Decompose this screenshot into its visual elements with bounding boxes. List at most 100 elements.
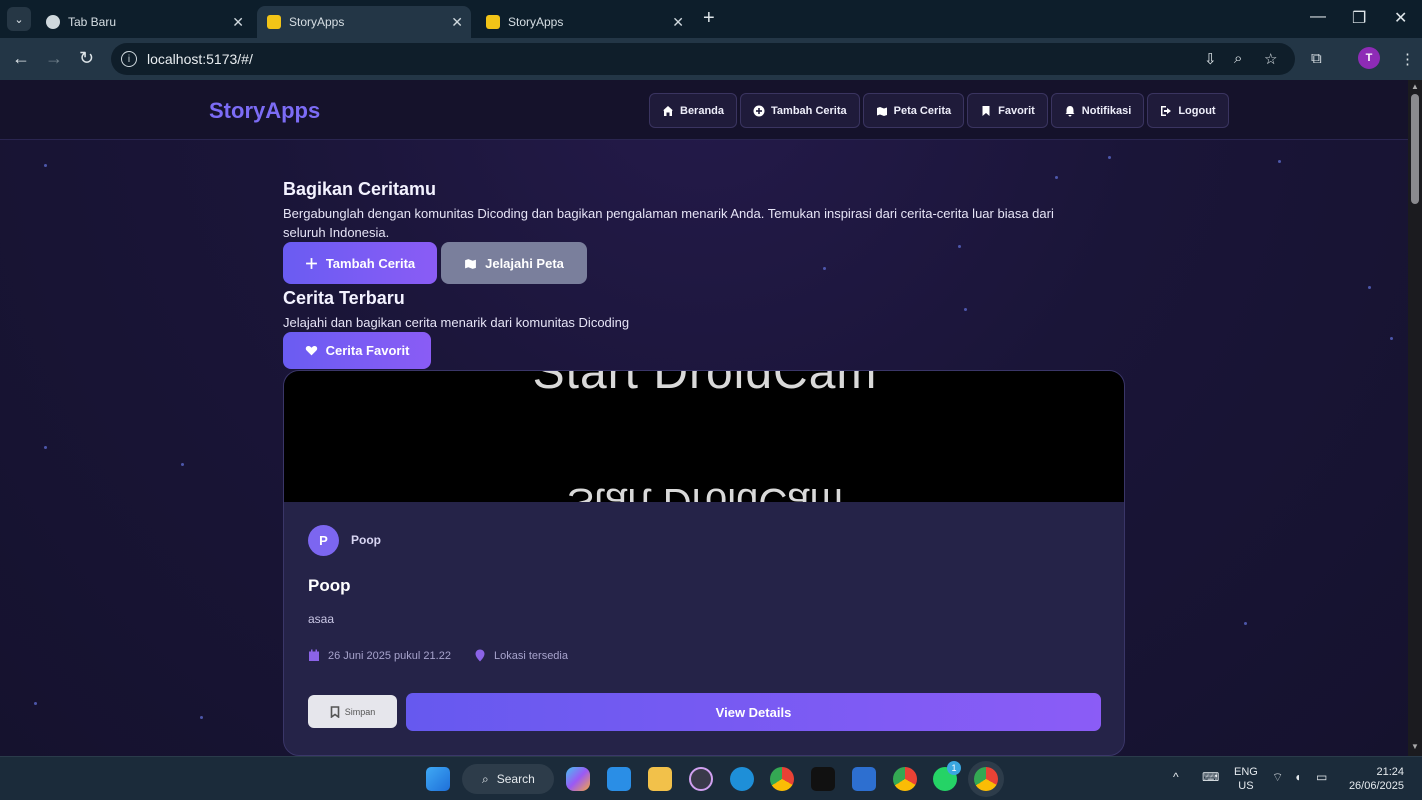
- scroll-down-icon[interactable]: ▼: [1411, 742, 1419, 751]
- save-story-button[interactable]: Simpan: [308, 695, 397, 728]
- storyapps-favicon-icon: [486, 15, 500, 29]
- story-image[interactable]: Start DroidCam Start DroidCam: [284, 371, 1124, 502]
- background-star: [34, 702, 37, 705]
- hero-description: Bergabunglah dengan komunitas Dicoding d…: [283, 206, 1054, 240]
- zoom-icon[interactable]: ⌕: [1234, 50, 1242, 67]
- scrollbar-thumb[interactable]: [1411, 94, 1419, 204]
- scroll-up-icon[interactable]: ▲: [1411, 82, 1419, 91]
- browser-tab-bar: ⌄ Tab Baru ✕ StoryApps ✕ StoryApps ✕ + —…: [0, 0, 1422, 38]
- whatsapp-icon[interactable]: 1: [933, 761, 961, 791]
- file-explorer-icon[interactable]: [648, 767, 672, 791]
- chevron-up-icon[interactable]: ^: [1173, 770, 1179, 784]
- background-star: [1390, 337, 1393, 340]
- location-text: Lokasi tersedia: [494, 649, 568, 662]
- nav-notifikasi[interactable]: Notifikasi: [1050, 93, 1145, 128]
- jelajahi-peta-button[interactable]: Jelajahi Peta: [441, 242, 587, 284]
- nav-label: Favorit: [998, 104, 1035, 117]
- page-scrollbar[interactable]: ▲ ▼: [1408, 80, 1422, 756]
- back-arrow-icon[interactable]: ←: [12, 48, 30, 68]
- notification-badge: 1: [947, 761, 961, 775]
- system-clock[interactable]: 21:24 26/06/2025: [1346, 765, 1404, 793]
- story-date: 26 Juni 2025 pukul 21.22: [308, 649, 451, 662]
- extensions-icon[interactable]: ⧉: [1311, 50, 1322, 67]
- browser-menu-icon[interactable]: ⋮: [1400, 50, 1415, 68]
- reload-icon[interactable]: ↻: [79, 48, 94, 68]
- profile-avatar[interactable]: T: [1358, 47, 1380, 69]
- author-name: Poop: [351, 533, 381, 547]
- main-navigation: Beranda Tambah Cerita Peta Cerita Favori…: [649, 93, 1229, 128]
- latest-stories-description: Jelajahi dan bagikan cerita menarik dari…: [283, 315, 630, 330]
- close-icon[interactable]: ✕: [451, 14, 463, 31]
- chrome-profile-icon[interactable]: [893, 767, 917, 791]
- author-avatar: P: [308, 525, 339, 556]
- media-player-icon[interactable]: [689, 767, 713, 791]
- story-title: Poop: [308, 576, 351, 595]
- chrome-active-icon[interactable]: [974, 767, 998, 791]
- nav-label: Notifikasi: [1081, 104, 1132, 117]
- tambah-cerita-button[interactable]: Tambah Cerita: [283, 242, 437, 284]
- background-star: [964, 308, 967, 311]
- wifi-icon[interactable]: ⌔: [1272, 770, 1283, 785]
- keyboard-icon[interactable]: ⌨: [1202, 770, 1219, 784]
- clock-time: 21:24: [1376, 766, 1404, 778]
- image-caption: Start DroidCam: [532, 371, 878, 399]
- app-icon[interactable]: [852, 767, 876, 791]
- search-icon: ⌕: [482, 771, 489, 786]
- windows-start-icon[interactable]: [426, 767, 450, 791]
- forward-arrow-icon[interactable]: →: [45, 48, 63, 68]
- background-star: [1244, 622, 1247, 625]
- map-icon: [876, 106, 887, 116]
- browser-tab-active[interactable]: StoryApps ✕: [257, 6, 471, 38]
- nav-logout[interactable]: Logout: [1147, 93, 1229, 128]
- bell-icon: [1065, 105, 1075, 116]
- background-star: [1368, 286, 1371, 289]
- view-details-button[interactable]: View Details: [406, 693, 1101, 731]
- bookmark-star-icon[interactable]: ☆: [1264, 50, 1277, 68]
- hero-title: Bagikan Ceritamu: [283, 179, 437, 199]
- browser-tab[interactable]: Tab Baru ✕: [36, 6, 252, 38]
- date-text: 26 Juni 2025 pukul 21.22: [328, 649, 451, 662]
- address-bar[interactable]: i localhost:5173/#/: [111, 43, 1295, 75]
- background-star: [1278, 160, 1281, 163]
- language-indicator[interactable]: ENG US: [1234, 765, 1258, 793]
- tab-search-button[interactable]: ⌄: [7, 7, 31, 31]
- search-label: Search: [496, 772, 535, 786]
- url-text[interactable]: localhost:5173/#/: [147, 51, 253, 67]
- background-star: [181, 463, 184, 466]
- nav-favorit[interactable]: Favorit: [967, 93, 1048, 128]
- close-window-button[interactable]: ✕: [1394, 8, 1407, 28]
- story-card[interactable]: Start DroidCam Start DroidCam P Poop Poo…: [283, 370, 1125, 756]
- site-info-icon[interactable]: i: [121, 51, 137, 67]
- terminal-app-icon[interactable]: [811, 767, 835, 791]
- browser-tab[interactable]: StoryApps ✕: [476, 6, 692, 38]
- restore-button[interactable]: ❐: [1352, 8, 1366, 28]
- new-tab-button[interactable]: +: [703, 8, 715, 28]
- chrome-icon[interactable]: [770, 767, 794, 791]
- tab-title: StoryApps: [289, 15, 345, 29]
- background-star: [958, 245, 961, 248]
- battery-icon[interactable]: ▭: [1316, 770, 1327, 784]
- nav-beranda[interactable]: Beranda: [649, 93, 738, 128]
- close-icon[interactable]: ✕: [672, 14, 684, 31]
- site-logo[interactable]: StoryApps: [209, 98, 320, 124]
- install-app-icon[interactable]: ⇩: [1204, 50, 1217, 68]
- nav-label: Tambah Cerita: [771, 104, 847, 117]
- background-star: [1108, 156, 1111, 159]
- edge-icon[interactable]: [730, 767, 754, 791]
- taskbar-search[interactable]: ⌕ Search: [462, 764, 554, 794]
- close-icon[interactable]: ✕: [232, 14, 244, 31]
- image-caption-mirrored: Start DroidCam: [567, 480, 843, 502]
- cerita-favorit-button[interactable]: Cerita Favorit: [283, 332, 431, 369]
- copilot-icon[interactable]: [566, 767, 590, 791]
- nav-label: Beranda: [680, 104, 725, 117]
- region-code: US: [1238, 780, 1254, 792]
- plus-circle-icon: [753, 105, 765, 116]
- bookmark-outline-icon: [330, 705, 340, 718]
- nav-peta-cerita[interactable]: Peta Cerita: [862, 93, 965, 128]
- vscode-icon[interactable]: [607, 767, 631, 791]
- calendar-icon: [309, 649, 319, 661]
- nav-tambah-cerita[interactable]: Tambah Cerita: [740, 93, 860, 128]
- tab-title: StoryApps: [508, 15, 564, 29]
- volume-icon[interactable]: ◖: [1294, 770, 1301, 784]
- minimize-button[interactable]: —: [1310, 8, 1326, 26]
